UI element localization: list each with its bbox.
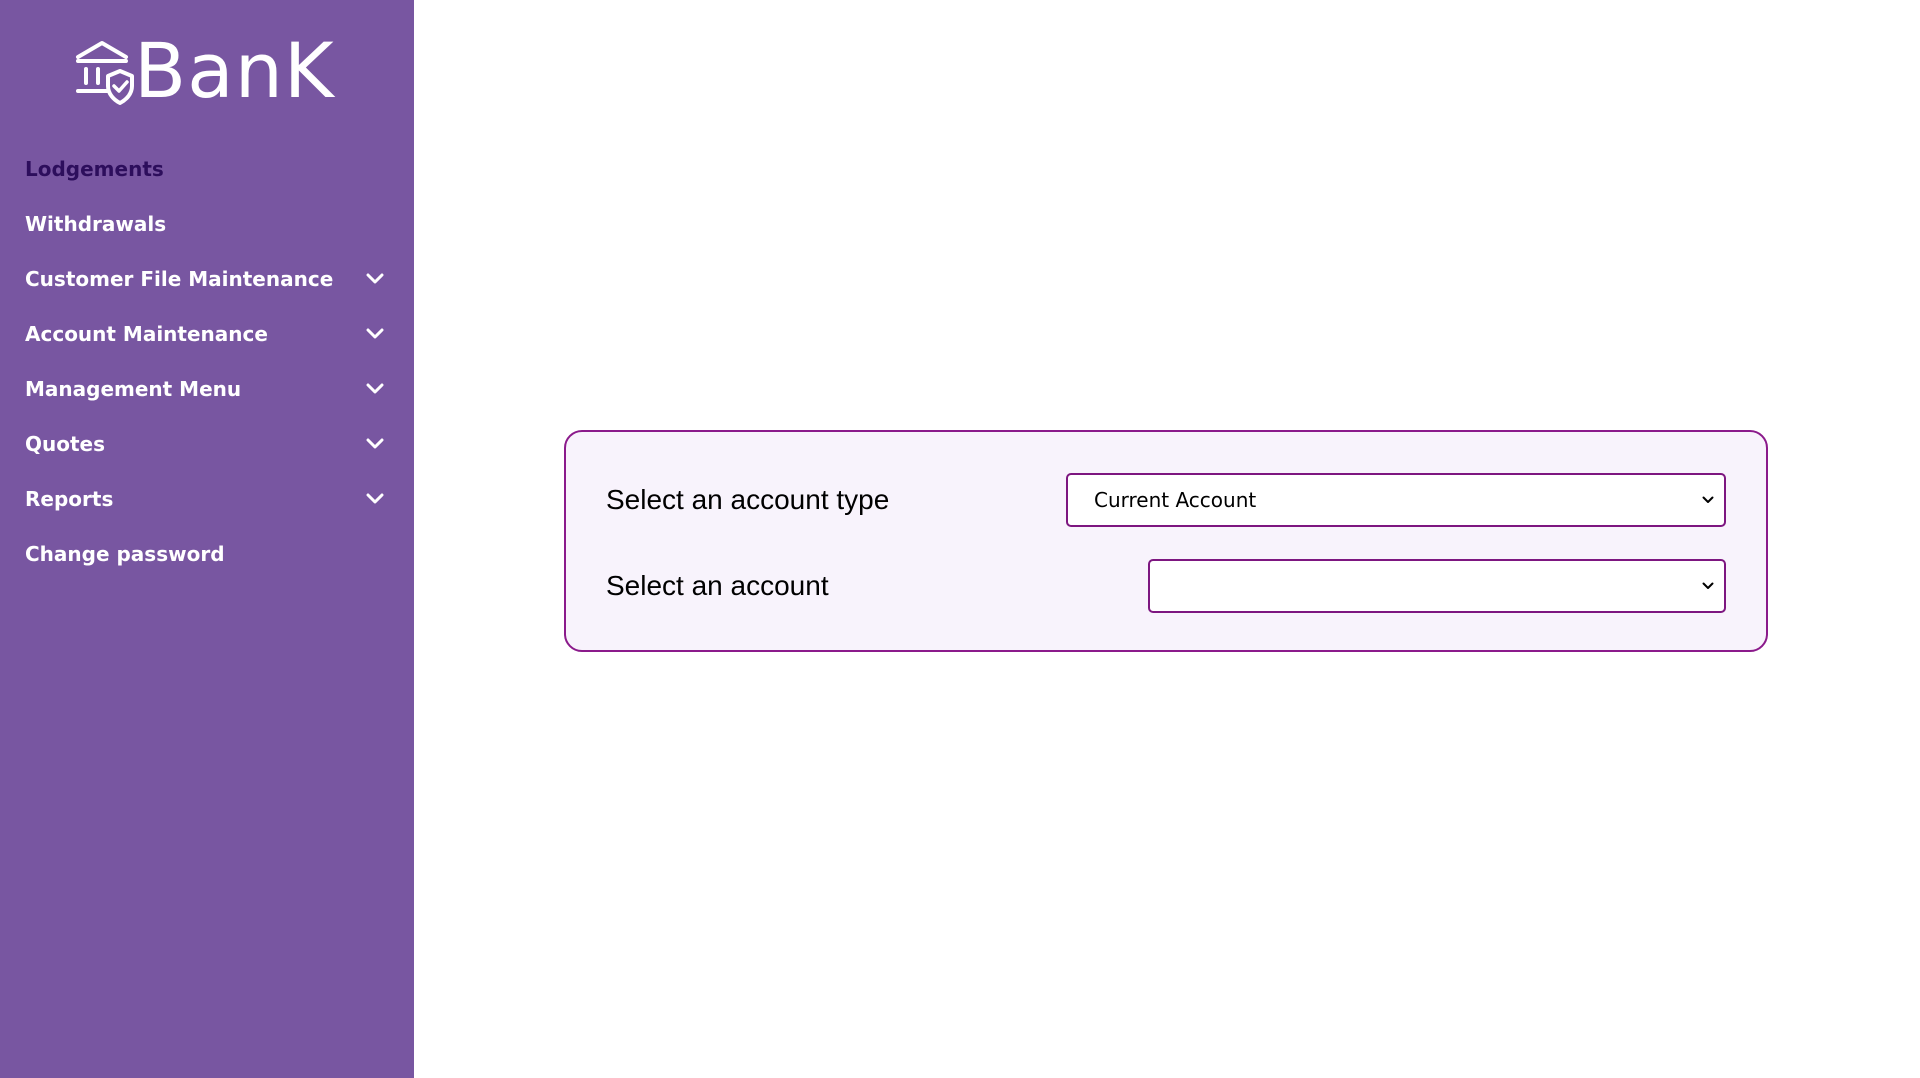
sidebar-item-account-maintenance[interactable]: Account Maintenance [0,306,414,361]
bank-shield-icon [76,41,134,105]
account-type-label: Select an account type [606,484,890,515]
account-label: Select an account [606,570,829,601]
sidebar-item-label: Lodgements [25,156,164,181]
chevron-down-icon [1702,582,1714,589]
sidebar-item-label: Change password [25,541,225,566]
sidebar-item-customer-file-maintenance[interactable]: Customer File Maintenance [0,251,414,306]
sidebar: BanK Lodgements Withdrawals Customer Fil… [0,0,414,1078]
chevron-down-icon[interactable] [366,273,384,285]
account-selection-card: Select an account type Current Account S… [564,430,1768,652]
sidebar-item-label: Quotes [25,431,106,456]
sidebar-item-withdrawals[interactable]: Withdrawals [0,196,414,251]
brand-name: BanK [134,26,335,115]
sidebar-item-lodgements[interactable]: Lodgements [0,141,414,196]
chevron-down-icon [1702,496,1714,503]
sidebar-item-change-password[interactable]: Change password [0,526,414,581]
sidebar-item-label: Withdrawals [25,211,167,236]
sidebar-item-label: Customer File Maintenance [25,266,334,291]
sidebar-item-management-menu[interactable]: Management Menu [0,361,414,416]
app: BanK Lodgements Withdrawals Customer Fil… [0,0,1920,1078]
chevron-down-icon[interactable] [366,438,384,450]
sidebar-item-label: Reports [25,486,114,511]
sidebar-item-label: Account Maintenance [25,321,268,346]
account-type-selected-value: Current Account [1094,488,1257,512]
sidebar-item-quotes[interactable]: Quotes [0,416,414,471]
chevron-down-icon[interactable] [366,493,384,505]
chevron-down-icon[interactable] [366,328,384,340]
sidebar-item-label: Management Menu [25,376,242,401]
account-type-row: Select an account type Current Account [606,473,1726,527]
account-type-select[interactable]: Current Account [1066,473,1726,527]
chevron-down-icon[interactable] [366,383,384,395]
account-row: Select an account [606,559,1726,613]
main-content: Select an account type Current Account S… [414,0,1920,1078]
sidebar-item-reports[interactable]: Reports [0,471,414,526]
account-select[interactable] [1148,559,1726,613]
brand-logo[interactable]: BanK [74,26,335,115]
sidebar-nav: Lodgements Withdrawals Customer File Mai… [0,141,414,581]
